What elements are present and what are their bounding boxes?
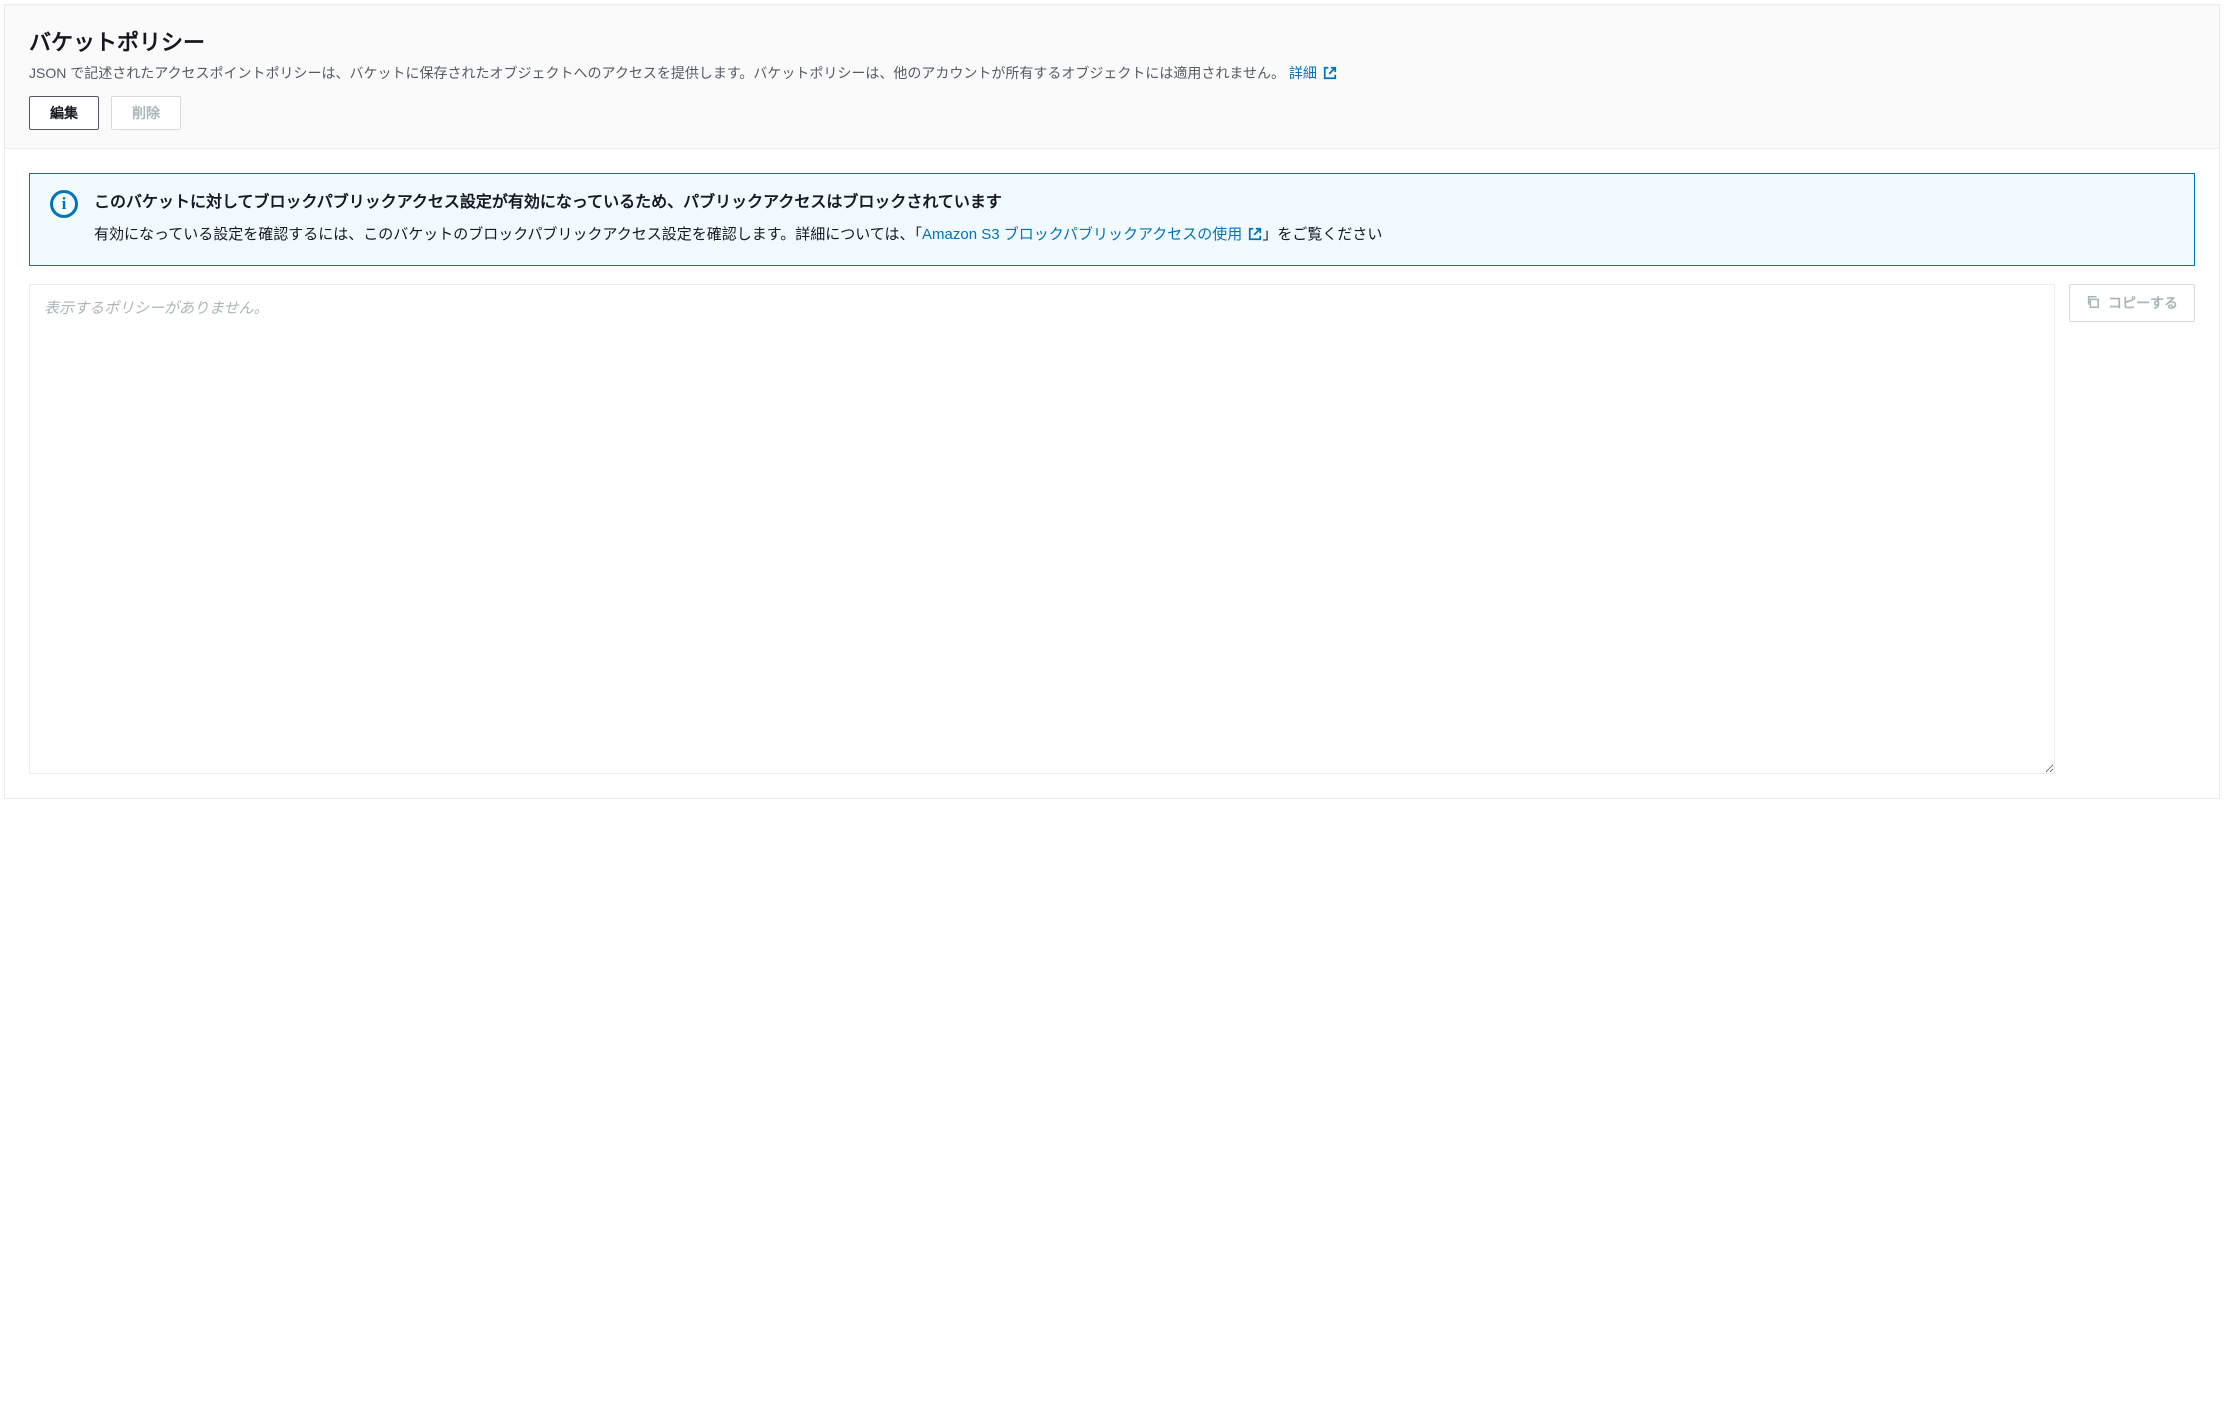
learn-more-text: 詳細: [1289, 65, 1317, 81]
panel-title: バケットポリシー: [29, 25, 2195, 57]
bucket-policy-panel: バケットポリシー JSON で記述されたアクセスポイントポリシーは、バケットに保…: [4, 4, 2220, 799]
copy-button: コピーする: [2069, 284, 2195, 322]
external-link-icon: [1248, 224, 1262, 250]
learn-more-link[interactable]: 詳細: [1289, 65, 1337, 81]
alert-body-post: 」をご覧ください: [1262, 226, 1382, 243]
copy-icon: [2086, 295, 2100, 312]
policy-placeholder: 表示するポリシーがありません。: [44, 300, 269, 317]
info-content: このバケットに対してブロックパブリックアクセス設定が有効になっているため、パブリ…: [94, 190, 2174, 249]
info-icon-wrap: i: [50, 190, 78, 249]
delete-button: 削除: [111, 96, 181, 130]
policy-editor[interactable]: 表示するポリシーがありません。: [29, 284, 2055, 774]
panel-header: バケットポリシー JSON で記述されたアクセスポイントポリシーは、バケットに保…: [5, 5, 2219, 149]
alert-link-text: Amazon S3 ブロックパブリックアクセスの使用: [922, 226, 1242, 243]
alert-body: 有効になっている設定を確認するには、このバケットのブロックパブリックアクセス設定…: [94, 222, 2174, 250]
description-text: JSON で記述されたアクセスポイントポリシーは、バケットに保存されたオブジェク…: [29, 65, 1285, 81]
alert-body-pre: 有効になっている設定を確認するには、このバケットのブロックパブリックアクセス設定…: [94, 226, 922, 243]
panel-description: JSON で記述されたアクセスポイントポリシーは、バケットに保存されたオブジェク…: [29, 63, 2195, 86]
info-alert: i このバケットに対してブロックパブリックアクセス設定が有効になっているため、パ…: [29, 173, 2195, 266]
copy-button-label: コピーする: [2108, 293, 2178, 313]
action-buttons: 編集 削除: [29, 96, 2195, 130]
block-public-access-link[interactable]: Amazon S3 ブロックパブリックアクセスの使用: [922, 226, 1262, 243]
policy-row: 表示するポリシーがありません。 コピーする: [29, 284, 2195, 774]
alert-title: このバケットに対してブロックパブリックアクセス設定が有効になっているため、パブリ…: [94, 190, 2174, 216]
edit-button[interactable]: 編集: [29, 96, 99, 130]
external-link-icon: [1323, 65, 1337, 86]
info-icon: i: [50, 190, 78, 218]
panel-content: i このバケットに対してブロックパブリックアクセス設定が有効になっているため、パ…: [5, 149, 2219, 798]
